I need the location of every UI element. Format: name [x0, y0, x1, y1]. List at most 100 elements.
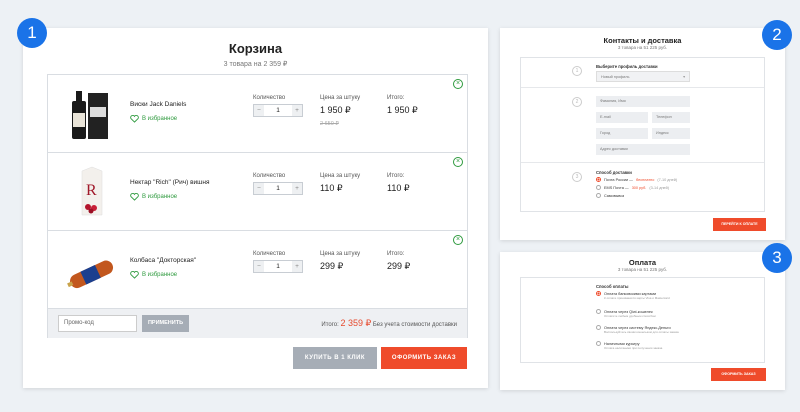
decrease-button[interactable]: − [254, 105, 264, 116]
go-to-payment-button[interactable]: ПЕРЕЙТИ К ОПЛАТЕ [713, 218, 766, 231]
payment-option[interactable]: Оплата через систему Яндекс.Деньги Воспо… [596, 325, 679, 334]
add-to-favorites-link[interactable]: В избранное [130, 193, 177, 201]
option-price: 300 руб. [631, 185, 647, 190]
option-name: Оплата банковскими картами [604, 291, 657, 296]
heart-icon [130, 271, 139, 279]
index-field[interactable]: Индекс [652, 128, 690, 139]
section-number: 1 [572, 66, 582, 76]
remove-item-icon[interactable]: × [453, 157, 463, 167]
remove-item-icon[interactable]: × [453, 235, 463, 245]
shipping-method-label: Способ доставки [596, 170, 632, 175]
payment-method-label: Способ оплаты [596, 284, 629, 289]
name-field[interactable]: Фамилия, Имя [596, 96, 690, 107]
cart-subtitle: 3 товара на 2 359 ₽ [223, 61, 288, 68]
shipping-section: 3 Способ доставки Почта России — бесплат… [521, 163, 764, 211]
row-total: 299 ₽ [387, 261, 411, 271]
buy-one-click-button[interactable]: КУПИТЬ В 1 КЛИК [293, 347, 377, 369]
phone-field[interactable]: Телефон [652, 112, 690, 123]
option-description: Оплатите любым удобным способом [604, 314, 656, 318]
quantity-value[interactable]: 1 [264, 183, 292, 194]
row-total: 1 950 ₽ [387, 105, 418, 115]
shipping-option[interactable]: EMS Почта — 300 руб. (3-14 дней) [596, 185, 669, 190]
old-price: 2 650 ₽ [320, 121, 339, 127]
radio-selected-icon [596, 291, 601, 296]
payment-option[interactable]: Оплата через Qiwi-кошелек Оплатите любым… [596, 309, 656, 318]
payment-option[interactable]: Оплата банковскими картами К оплате прин… [596, 291, 670, 300]
address-field[interactable]: Адрес доставки [596, 144, 690, 155]
cart-items-box: Виски Jack Daniels В избранное Количеств… [47, 74, 468, 338]
favorites-label: В избранное [142, 194, 178, 200]
option-name: EMS Почта — [604, 185, 629, 190]
payment-option[interactable]: Наличными курьеру Оплата наличными при п… [596, 341, 662, 350]
cart-row: Виски Jack Daniels В избранное Количеств… [48, 75, 467, 153]
submit-order-button[interactable]: ОФОРМИТЬ ЗАКАЗ [711, 368, 766, 381]
favorites-label: В избранное [142, 272, 178, 278]
email-field[interactable]: E-mail [596, 112, 648, 123]
unit-price: 1 950 ₽ [320, 105, 351, 115]
contacts-section: 2 Фамилия, Имя E-mail Телефон Город Инде… [521, 88, 764, 163]
delivery-panel: Контакты и доставка 3 товара на 51 225 р… [500, 28, 785, 240]
delivery-title: Контакты и доставка [603, 36, 682, 45]
radio-icon [596, 185, 601, 190]
qty-label: Количество [253, 95, 286, 101]
place-order-button[interactable]: ОФОРМИТЬ ЗАКАЗ [381, 347, 467, 369]
product-name[interactable]: Нектар "Rich" (Рич) вишня [130, 179, 210, 186]
option-price: бесплатно [635, 177, 655, 182]
add-to-favorites-link[interactable]: В избранное [130, 271, 177, 279]
payment-title: Оплата [628, 258, 657, 267]
option-name: Оплата через Qiwi-кошелек [604, 309, 653, 314]
radio-icon [596, 325, 601, 330]
unit-price: 110 ₽ [320, 183, 343, 193]
payment-panel: Оплата 3 товара на 51 225 руб. Способ оп… [500, 252, 785, 390]
apply-promo-button[interactable]: ПРИМЕНИТЬ [142, 315, 189, 332]
quantity-value[interactable]: 1 [264, 261, 292, 272]
step-2-badge: 2 [762, 20, 792, 50]
total-label: Итого: [387, 173, 405, 179]
qty-label: Количество [253, 173, 286, 179]
juice-carton-image: R [62, 165, 122, 219]
city-field[interactable]: Город [596, 128, 648, 139]
qty-label: Количество [253, 251, 286, 257]
cart-sum: Итого: 2 359 ₽ Без учета стоимости доста… [321, 318, 457, 329]
cart-row: R Нектар "Rich" (Рич) вишня В избранное … [48, 153, 467, 231]
decrease-button[interactable]: − [254, 183, 264, 194]
profile-select-value: Новый профиль [601, 75, 630, 79]
quantity-value[interactable]: 1 [264, 105, 292, 116]
cart-row: Колбаса "Докторская" В избранное Количес… [48, 231, 467, 309]
increase-button[interactable]: + [292, 183, 302, 194]
shipping-option[interactable]: Почта России — бесплатно (7-10 дней) [596, 177, 677, 182]
quantity-stepper: − 1 + [253, 104, 303, 117]
delivery-subtitle: 3 товара на 51 225 руб. [617, 45, 668, 50]
total-label: Итого: [387, 251, 405, 257]
profile-section: 1 Выберите профиль доставки Новый профил… [521, 58, 764, 88]
step-1-badge: 1 [17, 18, 47, 48]
heart-icon [130, 193, 139, 201]
price-label: Цена за штуку [320, 95, 361, 101]
payment-form: Способ оплаты Оплата банковскими картами… [520, 277, 765, 363]
promo-code-input[interactable]: Промо-код [58, 315, 137, 332]
add-to-favorites-link[interactable]: В избранное [130, 115, 177, 123]
whisky-bottle-image [62, 87, 122, 141]
increase-button[interactable]: + [292, 105, 302, 116]
option-name: Почта России — [604, 177, 633, 182]
unit-price: 299 ₽ [320, 261, 344, 271]
svg-text:R: R [86, 182, 97, 199]
increase-button[interactable]: + [292, 261, 302, 272]
cart-title: Корзина [228, 41, 283, 56]
payment-subtitle: 3 товара на 51 225 руб. [617, 267, 668, 272]
quantity-stepper: − 1 + [253, 260, 303, 273]
total-label: Итого: [387, 95, 405, 101]
delivery-form: 1 Выберите профиль доставки Новый профил… [520, 57, 765, 212]
decrease-button[interactable]: − [254, 261, 264, 272]
row-total: 110 ₽ [387, 183, 410, 193]
radio-icon [596, 193, 601, 198]
product-name[interactable]: Колбаса "Докторская" [130, 257, 196, 264]
promo-bar: Промо-код ПРИМЕНИТЬ Итого: 2 359 ₽ Без у… [48, 309, 467, 338]
option-description: К оплате принимаются карты Visa и Master… [604, 296, 670, 300]
product-name[interactable]: Виски Jack Daniels [130, 101, 186, 108]
profile-label: Выберите профиль доставки [596, 64, 658, 69]
profile-select[interactable]: Новый профиль ▾ [596, 71, 690, 82]
remove-item-icon[interactable]: × [453, 79, 463, 89]
section-number: 3 [572, 172, 582, 182]
shipping-option[interactable]: Самовывоз [596, 193, 624, 198]
